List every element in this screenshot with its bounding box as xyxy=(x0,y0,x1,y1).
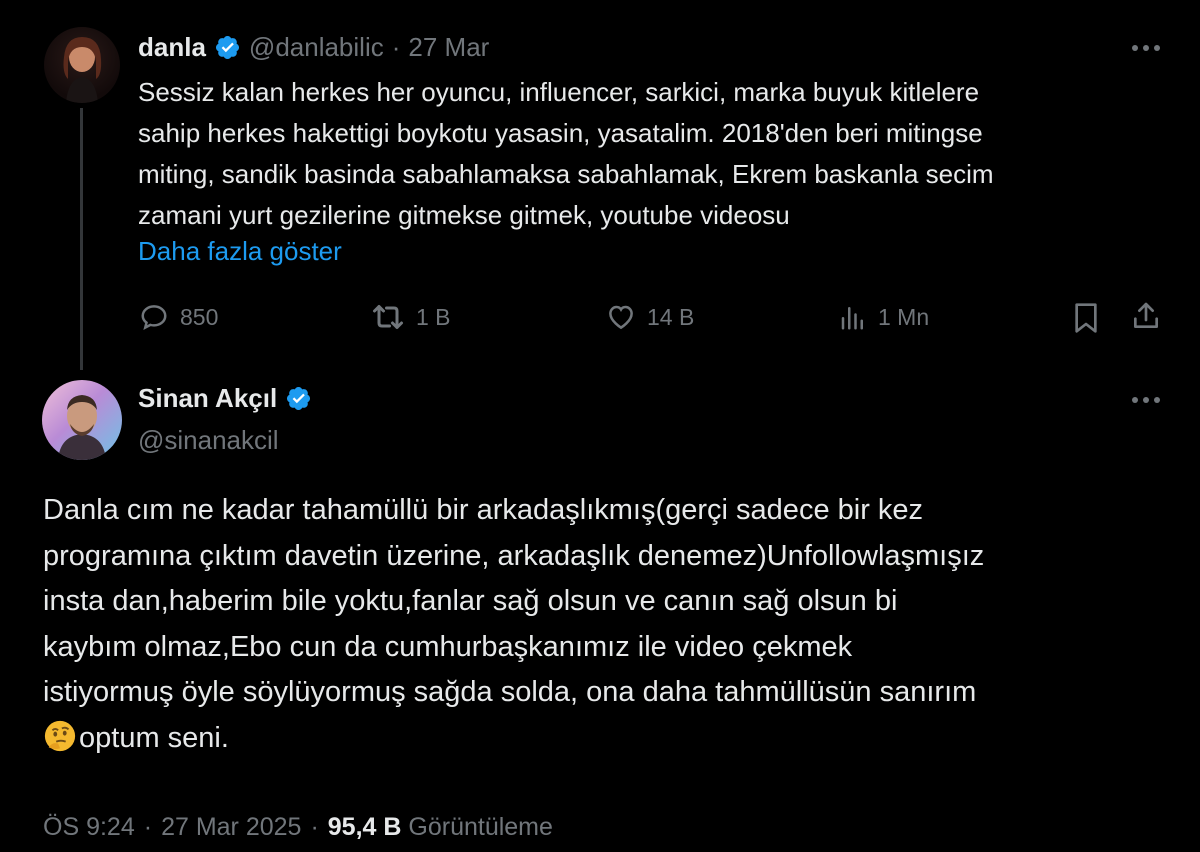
like-action[interactable]: 14 B xyxy=(605,302,694,332)
separator: · xyxy=(310,813,319,841)
tweet-text-line: Sessiz kalan herkes her oyuncu, influenc… xyxy=(138,77,980,107)
tweet-text-line: Danla cım ne kadar tahamüllü bir arkadaş… xyxy=(43,494,924,526)
tweet-text-line: programına çıktım davetin üzerine, arkad… xyxy=(43,539,985,572)
reply-count: 850 xyxy=(180,303,219,330)
more-icon[interactable] xyxy=(1130,43,1162,53)
tweet-text-tail: optum seni. xyxy=(79,721,229,754)
views-icon xyxy=(841,307,863,330)
show-more-link[interactable]: Daha fazla göster xyxy=(138,236,342,267)
verified-badge-icon xyxy=(215,35,239,60)
separator: · xyxy=(143,813,153,841)
tweet-text-line: sahip herkes hakettigi boykotu yasasin, … xyxy=(138,118,983,148)
views-label: Görüntüleme xyxy=(408,813,553,841)
reply-action[interactable]: 850 xyxy=(138,302,218,332)
repost-action[interactable]: 1 B xyxy=(370,302,451,332)
verified-badge-icon xyxy=(287,386,311,411)
tweet-text-last-line: optum seni. xyxy=(43,716,984,762)
tweet-meta: ÖS 9:24 · 27 Mar 2025 · 95,4 B Görüntüle… xyxy=(43,813,553,842)
thread-line xyxy=(80,108,83,370)
views-action[interactable]: 1 Mn xyxy=(838,302,929,332)
danla-header: danla @danlabilic · 27 Mar xyxy=(138,32,489,63)
views-total: 95,4 B xyxy=(327,813,402,841)
author-handle[interactable]: @sinanakcil xyxy=(138,425,279,456)
share-icon[interactable] xyxy=(1130,300,1162,332)
tweet-text-line: zamani yurt gezilerine gitmekse gitmek, … xyxy=(138,200,790,230)
more-icon[interactable] xyxy=(1130,395,1162,405)
avatar-sinan[interactable] xyxy=(42,380,122,460)
author-name[interactable]: danla xyxy=(138,32,206,63)
thinking-emoji-icon xyxy=(44,720,76,751)
tweet-text-line: istiyormuş öyle söylüyormuş sağda solda,… xyxy=(43,676,977,708)
tweet-time[interactable]: ÖS 9:24 xyxy=(43,813,135,842)
tweet-text-line: miting, sandik basinda sabahlamaksa saba… xyxy=(138,159,994,189)
tweet-full-date[interactable]: 27 Mar 2025 xyxy=(161,813,301,842)
reply-icon xyxy=(141,305,167,331)
main-tweet-body: Danla cım ne kadar tahamüllü bir arkadaş… xyxy=(43,488,984,761)
separator: · xyxy=(391,32,401,62)
avatar-danla[interactable] xyxy=(44,27,120,103)
author-handle[interactable]: @danlabilic xyxy=(249,32,384,63)
like-count: 14 B xyxy=(647,303,695,330)
sinan-header: Sinan Akçıl xyxy=(138,383,312,414)
like-icon xyxy=(609,305,633,330)
views-count: 1 Mn xyxy=(878,303,930,330)
tweet-date[interactable]: 27 Mar xyxy=(408,32,489,63)
repost-icon xyxy=(373,305,403,329)
repost-count: 1 B xyxy=(416,303,451,330)
tweet-text-line: insta dan,haberim bile yoktu,fanlar sağ … xyxy=(43,585,898,617)
bookmark-icon[interactable] xyxy=(1072,302,1100,334)
tweet-text-line: kaybım olmaz,Ebo cun da cumhurbaşkanımız… xyxy=(43,630,853,663)
reply-tweet-body: Sessiz kalan herkes her oyuncu, influenc… xyxy=(138,72,994,236)
author-name[interactable]: Sinan Akçıl xyxy=(138,383,277,414)
